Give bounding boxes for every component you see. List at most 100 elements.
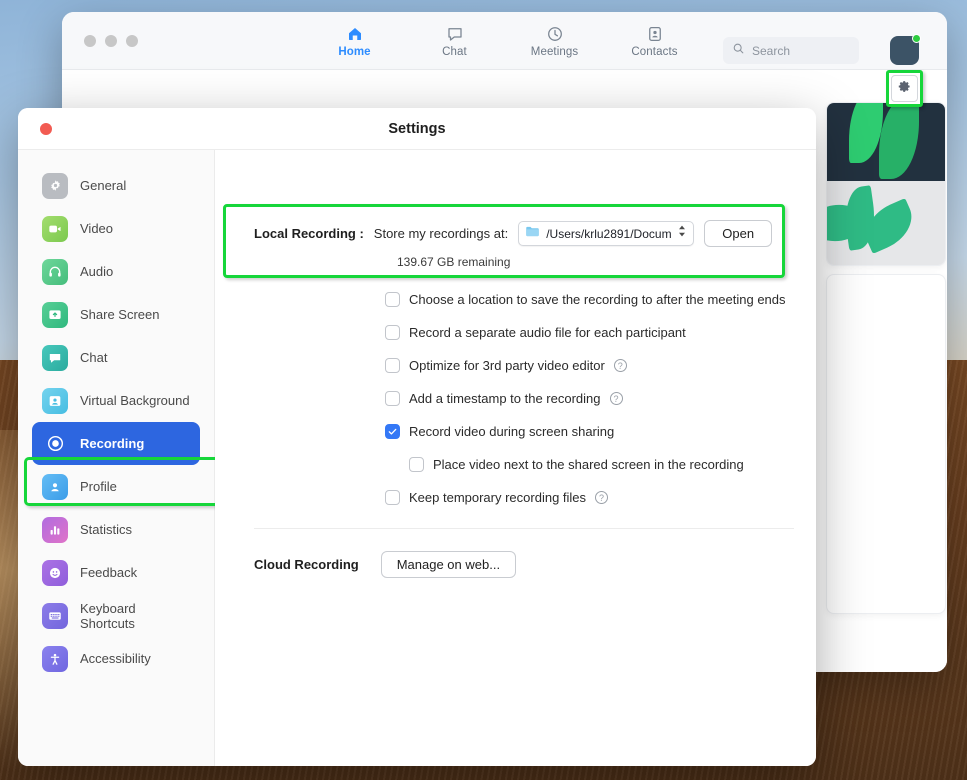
sidebar-item-label: Accessibility <box>80 651 151 666</box>
checkbox-keep-temporary-recording-files[interactable] <box>385 490 400 505</box>
background-card-1 <box>826 102 946 266</box>
sidebar-item-label: Feedback <box>80 565 138 580</box>
checkbox-optimize-3rd-party-editor[interactable] <box>385 358 400 373</box>
search-placeholder: Search <box>752 43 791 58</box>
tab-chat[interactable]: Chat <box>424 25 486 58</box>
tab-contacts-label: Contacts <box>631 45 678 58</box>
checkbox-row-add-timestamp[interactable]: Add a timestamp to the recording ? <box>237 382 794 415</box>
checkbox-label: Optimize for 3rd party video editor <box>409 358 605 373</box>
headphones-icon <box>42 258 68 285</box>
clock-icon <box>546 25 564 43</box>
share-screen-icon <box>42 301 68 328</box>
checkbox-place-video-next-to-shared-screen[interactable] <box>409 457 424 472</box>
storage-remaining-text: 139.67 GB remaining <box>397 255 511 269</box>
sidebar-item-profile[interactable]: Profile <box>32 465 200 508</box>
sidebar-item-recording[interactable]: Recording <box>32 422 200 465</box>
settings-gear-button[interactable] <box>886 70 923 107</box>
checkbox-record-video-during-screen-sharing[interactable] <box>385 424 400 439</box>
accessibility-icon <box>42 645 68 672</box>
leaf-shape <box>879 103 919 179</box>
help-icon[interactable]: ? <box>613 359 627 372</box>
video-camera-icon <box>42 215 68 242</box>
search-input[interactable]: Search <box>723 37 859 64</box>
avatar[interactable] <box>890 34 921 65</box>
checkbox-choose-location[interactable] <box>385 292 400 307</box>
sidebar-item-share-screen[interactable]: Share Screen <box>32 293 200 336</box>
checkbox-separate-audio-file[interactable] <box>385 325 400 340</box>
tab-meetings-label: Meetings <box>530 45 579 58</box>
checkbox-row-keep-temp-files[interactable]: Keep temporary recording files ? <box>237 481 794 514</box>
tab-chat-label: Chat <box>442 45 467 58</box>
open-recording-folder-button[interactable]: Open <box>704 220 773 247</box>
cloud-recording-row: Cloud Recording Manage on web... <box>237 551 794 578</box>
sidebar-item-label: Keyboard Shortcuts <box>80 600 136 631</box>
settings-dialog-titlebar: Settings <box>18 108 816 150</box>
maximize-window-button[interactable] <box>126 34 138 47</box>
sidebar-item-feedback[interactable]: Feedback <box>32 551 200 594</box>
checkbox-label: Keep temporary recording files <box>409 490 587 505</box>
sidebar-item-label: Chat <box>80 350 108 365</box>
chat-bubble-icon <box>42 344 68 371</box>
settings-dialog-title: Settings <box>388 120 446 137</box>
checkbox-row-record-video-screen-share[interactable]: Record video during screen sharing <box>237 415 794 448</box>
checkbox-add-timestamp[interactable] <box>385 391 400 406</box>
recording-settings-panel: Local Recording : Store my recordings at… <box>215 150 816 766</box>
checkbox-label: Record a separate audio file for each pa… <box>409 325 686 340</box>
folder-icon <box>525 225 540 243</box>
sidebar-item-keyboard-shortcuts[interactable]: Keyboard Shortcuts <box>32 594 200 637</box>
leaf-shape <box>849 103 883 163</box>
gear-icon <box>897 79 912 99</box>
local-recording-row: Local Recording : Store my recordings at… <box>237 150 794 247</box>
sidebar-item-label: Statistics <box>80 522 133 537</box>
checkbox-label: Choose a location to save the recording … <box>409 292 786 307</box>
sidebar-item-chat[interactable]: Chat <box>32 336 200 379</box>
gear-icon <box>42 172 68 199</box>
sidebar-item-audio[interactable]: Audio <box>32 250 200 293</box>
person-frame-icon <box>42 387 68 414</box>
checkbox-row-separate-audio[interactable]: Record a separate audio file for each pa… <box>237 316 794 349</box>
contact-card-icon <box>646 25 664 43</box>
minimize-window-button[interactable] <box>105 34 117 47</box>
help-icon[interactable]: ? <box>595 491 609 504</box>
person-icon <box>42 473 68 500</box>
recording-path-select[interactable]: /Users/krlu2891/Docum... <box>518 221 695 246</box>
checkbox-label: Add a timestamp to the recording <box>409 391 601 406</box>
local-recording-label: Local Recording : <box>254 226 364 241</box>
traffic-light-buttons[interactable] <box>84 34 138 47</box>
search-icon <box>732 42 745 60</box>
sidebar-item-label: Video <box>80 221 114 236</box>
window-titlebar: Home Chat Meetings Contacts Search <box>62 12 947 70</box>
keyboard-icon <box>42 602 68 629</box>
sidebar-item-statistics[interactable]: Statistics <box>32 508 200 551</box>
sidebar-item-label: General <box>80 178 127 193</box>
up-down-chevron-icon <box>677 224 687 243</box>
sidebar-item-label: Profile <box>80 479 117 494</box>
sidebar-item-virtual-background[interactable]: Virtual Background <box>32 379 200 422</box>
checkbox-label: Record video during screen sharing <box>409 424 615 439</box>
sidebar-item-label: Virtual Background <box>80 393 190 408</box>
close-window-button[interactable] <box>84 34 96 47</box>
plant-illustration-light <box>827 181 945 265</box>
checkbox-row-choose-location[interactable]: Choose a location to save the recording … <box>237 283 794 316</box>
gear-button-inner <box>891 75 918 102</box>
home-icon <box>346 25 364 43</box>
recording-path-value: /Users/krlu2891/Docum... <box>546 226 672 241</box>
help-icon[interactable]: ? <box>609 392 623 405</box>
checkbox-row-optimize-editor[interactable]: Optimize for 3rd party video editor ? <box>237 349 794 382</box>
settings-dialog-body: General Video Audio Share Screen Chat Vi… <box>18 150 816 766</box>
tab-contacts[interactable]: Contacts <box>624 25 686 58</box>
sidebar-item-label: Audio <box>80 264 114 279</box>
settings-sidebar: General Video Audio Share Screen Chat Vi… <box>18 150 232 766</box>
manage-on-web-button[interactable]: Manage on web... <box>380 551 517 578</box>
sidebar-item-label: Recording <box>80 436 145 451</box>
chat-bubble-icon <box>446 25 464 43</box>
tab-home[interactable]: Home <box>324 25 386 58</box>
sidebar-item-accessibility[interactable]: Accessibility <box>32 637 200 680</box>
sidebar-item-general[interactable]: General <box>32 164 200 207</box>
background-card-2 <box>826 274 946 614</box>
checkbox-row-place-video-next[interactable]: Place video next to the shared screen in… <box>237 448 794 481</box>
sidebar-item-video[interactable]: Video <box>32 207 200 250</box>
tab-home-label: Home <box>338 45 371 58</box>
bar-chart-icon <box>42 516 68 543</box>
tab-meetings[interactable]: Meetings <box>524 25 586 58</box>
